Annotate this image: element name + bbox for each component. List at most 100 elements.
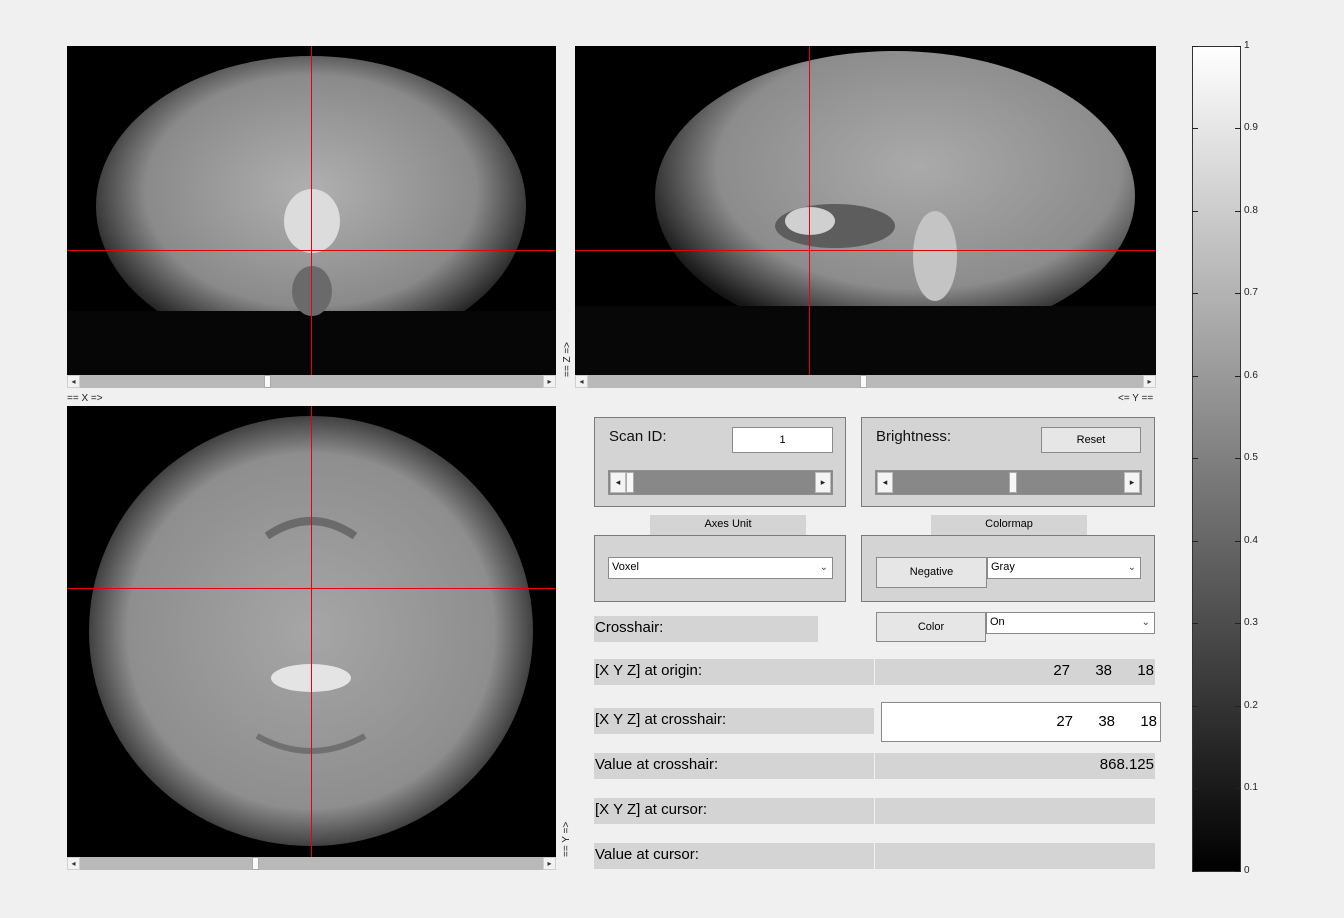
colorbar-tick-label: 1 [1244, 40, 1250, 51]
colorbar-tick-right [1235, 211, 1241, 212]
colorbar-tick-left [1192, 211, 1198, 212]
negative-button[interactable]: Negative [876, 557, 987, 588]
cursor-xyz-label-row: [X Y Z] at cursor: [594, 798, 874, 824]
scroll-left-arrow-icon[interactable]: ◂ [67, 375, 80, 388]
colorbar-tick-label: 0.2 [1244, 700, 1258, 711]
crosshair-z: 18 [1140, 713, 1157, 730]
crosshair-xyz-label-row: [X Y Z] at crosshair: [594, 708, 874, 734]
scroll-thumb[interactable] [264, 375, 271, 388]
crosshair-xyz-input[interactable]: 27 38 18 [881, 702, 1161, 742]
crosshair-xyz-label: [X Y Z] at crosshair: [595, 711, 727, 728]
colormap-panel: Negative Gray ⌄ [861, 535, 1155, 602]
colorbar [1192, 46, 1241, 872]
axial-slice-scrollbar[interactable]: ◂ ▸ [67, 857, 556, 870]
crosshair-x: 27 [1056, 713, 1073, 730]
axes-unit-panel: Voxel ⌄ [594, 535, 846, 602]
colorbar-tick-left [1192, 376, 1198, 377]
colorbar-tick-right [1235, 788, 1241, 789]
colorbar-tick-left [1192, 128, 1198, 129]
slider-left-arrow-icon[interactable]: ◂ [610, 472, 626, 493]
chevron-down-icon: ⌄ [1127, 562, 1136, 573]
colorbar-tick-label: 0.9 [1244, 122, 1258, 133]
sagittal-slice-scrollbar[interactable]: ◂ ▸ [575, 375, 1156, 388]
scroll-right-arrow-icon[interactable]: ▸ [543, 375, 556, 388]
colorbar-tick-right [1235, 128, 1241, 129]
brightness-panel: Brightness: Reset ◂ ▸ [861, 417, 1155, 507]
origin-y: 38 [1095, 662, 1112, 679]
slider-left-arrow-icon[interactable]: ◂ [877, 472, 893, 493]
colorbar-tick-left [1192, 623, 1198, 624]
value-crosshair: 868.125 [1099, 756, 1154, 773]
axes-unit-tab: Axes Unit [650, 515, 806, 535]
colorbar-tick-right [1235, 376, 1241, 377]
y-axis-label: <= Y == [1118, 393, 1154, 404]
value-cursor-label-row: Value at cursor: [594, 843, 874, 869]
scroll-right-arrow-icon[interactable]: ▸ [543, 857, 556, 870]
slider-thumb[interactable] [1009, 472, 1017, 493]
scroll-thumb[interactable] [252, 857, 259, 870]
colormap-value: Gray [991, 561, 1015, 573]
origin-label: [X Y Z] at origin: [595, 662, 702, 679]
cursor-xyz-label: [X Y Z] at cursor: [595, 801, 707, 818]
colorbar-tick-right [1235, 871, 1241, 872]
crosshair-horizontal [67, 588, 556, 589]
axes-unit-select[interactable]: Voxel ⌄ [608, 557, 833, 579]
crosshair-vertical [311, 46, 312, 375]
value-cursor-label: Value at cursor: [595, 846, 699, 863]
brightness-slider[interactable]: ◂ ▸ [875, 470, 1142, 495]
origin-label-row: [X Y Z] at origin: [594, 659, 874, 685]
colorbar-tick-label: 0.7 [1244, 287, 1258, 298]
axes-unit-value: Voxel [612, 561, 639, 573]
crosshair-vertical [809, 46, 810, 375]
slider-right-arrow-icon[interactable]: ▸ [1124, 472, 1140, 493]
colorbar-tick-label: 0.3 [1244, 617, 1258, 628]
reset-button[interactable]: Reset [1041, 427, 1141, 453]
colormap-tab: Colormap [931, 515, 1087, 535]
crosshair-color-button[interactable]: Color [876, 612, 986, 642]
colorbar-tick-right [1235, 458, 1241, 459]
colorbar-tick-left [1192, 788, 1198, 789]
crosshair-horizontal [67, 250, 556, 251]
scroll-right-arrow-icon[interactable]: ▸ [1143, 375, 1156, 388]
colormap-select[interactable]: Gray ⌄ [987, 557, 1141, 579]
crosshair-label-row: Crosshair: [594, 616, 818, 642]
slider-thumb[interactable] [626, 472, 634, 493]
x-axis-label: == X => [67, 393, 103, 404]
colorbar-tick-left [1192, 871, 1198, 872]
chevron-down-icon: ⌄ [1141, 617, 1150, 628]
slider-right-arrow-icon[interactable]: ▸ [815, 472, 831, 493]
colorbar-tick-right [1235, 46, 1241, 47]
value-cursor-row [875, 843, 1155, 869]
origin-z: 18 [1137, 662, 1154, 679]
chevron-down-icon: ⌄ [819, 562, 828, 573]
colorbar-tick-left [1192, 293, 1198, 294]
scan-id-input[interactable]: 1 [732, 427, 833, 453]
coronal-view[interactable] [67, 46, 556, 375]
colorbar-tick-label: 0.8 [1244, 205, 1258, 216]
cursor-xyz-row [875, 798, 1155, 824]
crosshair-y: 38 [1098, 713, 1115, 730]
sagittal-view[interactable] [575, 46, 1156, 375]
crosshair-select[interactable]: On ⌄ [986, 612, 1155, 634]
y-axis-label: == Y => [561, 821, 572, 857]
colorbar-tick-label: 0.5 [1244, 452, 1258, 463]
crosshair-horizontal [575, 250, 1156, 251]
brightness-label: Brightness: [876, 428, 952, 445]
colorbar-tick-label: 0.4 [1244, 535, 1258, 546]
origin-x: 27 [1053, 662, 1070, 679]
axial-view[interactable] [67, 406, 556, 857]
scroll-left-arrow-icon[interactable]: ◂ [575, 375, 588, 388]
sagittal-brain-image [575, 51, 1156, 375]
value-crosshair-label: Value at crosshair: [595, 756, 719, 773]
colorbar-tick-left [1192, 706, 1198, 707]
crosshair-value: On [990, 616, 1005, 628]
scan-id-slider[interactable]: ◂ ▸ [608, 470, 833, 495]
coronal-slice-scrollbar[interactable]: ◂ ▸ [67, 375, 556, 388]
origin-value-row: 27 38 18 [875, 659, 1155, 685]
crosshair-label: Crosshair: [595, 619, 664, 636]
scroll-thumb[interactable] [860, 375, 867, 388]
colorbar-tick-right [1235, 541, 1241, 542]
scroll-left-arrow-icon[interactable]: ◂ [67, 857, 80, 870]
scan-id-panel: Scan ID: 1 ◂ ▸ [594, 417, 846, 507]
colorbar-tick-right [1235, 293, 1241, 294]
